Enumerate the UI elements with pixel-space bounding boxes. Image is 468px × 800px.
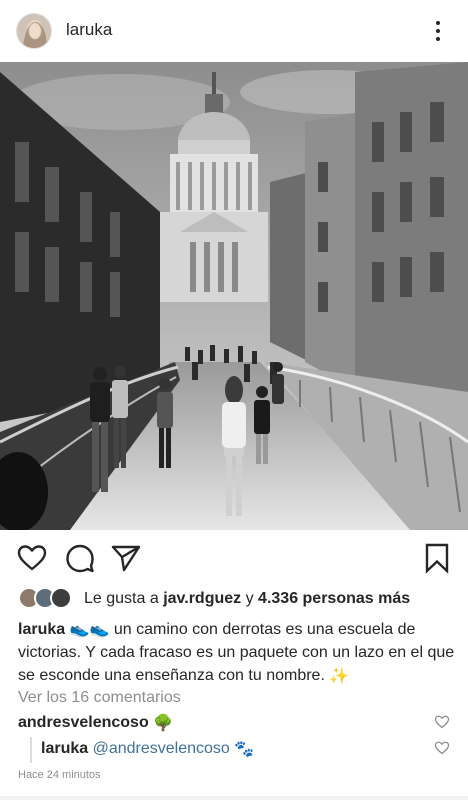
paw-emoji: 🐾 (234, 741, 255, 758)
likes-connector: y (245, 590, 254, 607)
action-bar (0, 538, 468, 578)
sparkles-emoji: ✨ (329, 667, 350, 685)
divider (0, 796, 468, 800)
liker-avatars (18, 587, 78, 611)
post-header: laruka (0, 0, 468, 62)
reply-mention[interactable]: @andresvelencoso (93, 740, 230, 757)
post-photo[interactable] (0, 62, 468, 530)
post-timestamp: Hace 24 minutos (18, 769, 101, 781)
likes-prefix: Le gusta a (84, 590, 159, 607)
comment-icon[interactable] (64, 542, 96, 574)
avatar[interactable] (16, 13, 52, 49)
more-vertical-icon[interactable] (428, 18, 448, 44)
reply-indent-bar (30, 737, 32, 763)
reply-like-heart-icon[interactable] (434, 740, 450, 756)
caption-username[interactable]: laruka (18, 621, 65, 638)
comment-username[interactable]: andresvelencoso (18, 714, 149, 731)
likes-count[interactable]: 4.336 personas más (258, 590, 410, 607)
view-all-comments-link[interactable]: Ver los 16 comentarios (18, 689, 181, 707)
likes-row[interactable]: Le gusta a jav.rdguez y 4.336 personas m… (18, 586, 458, 612)
reply-row: laruka @andresvelencoso 🐾 (41, 739, 254, 759)
post-username[interactable]: laruka (66, 20, 112, 40)
liker-username[interactable]: jav.rdguez (163, 590, 241, 607)
sneaker-emoji: 👟👟 (69, 621, 110, 639)
reply-username[interactable]: laruka (41, 740, 88, 757)
likes-text: Le gusta a jav.rdguez y 4.336 personas m… (84, 590, 410, 608)
comment-row: andresvelencoso 🌳 (18, 713, 173, 733)
caption: laruka 👟👟 un camino con derrotas es una … (18, 618, 458, 688)
avatar (50, 587, 72, 609)
heart-icon[interactable] (16, 542, 48, 574)
bookmark-icon[interactable] (421, 542, 453, 574)
send-icon[interactable] (110, 542, 142, 574)
tree-emoji: 🌳 (153, 715, 174, 732)
comment-like-heart-icon[interactable] (434, 714, 450, 730)
